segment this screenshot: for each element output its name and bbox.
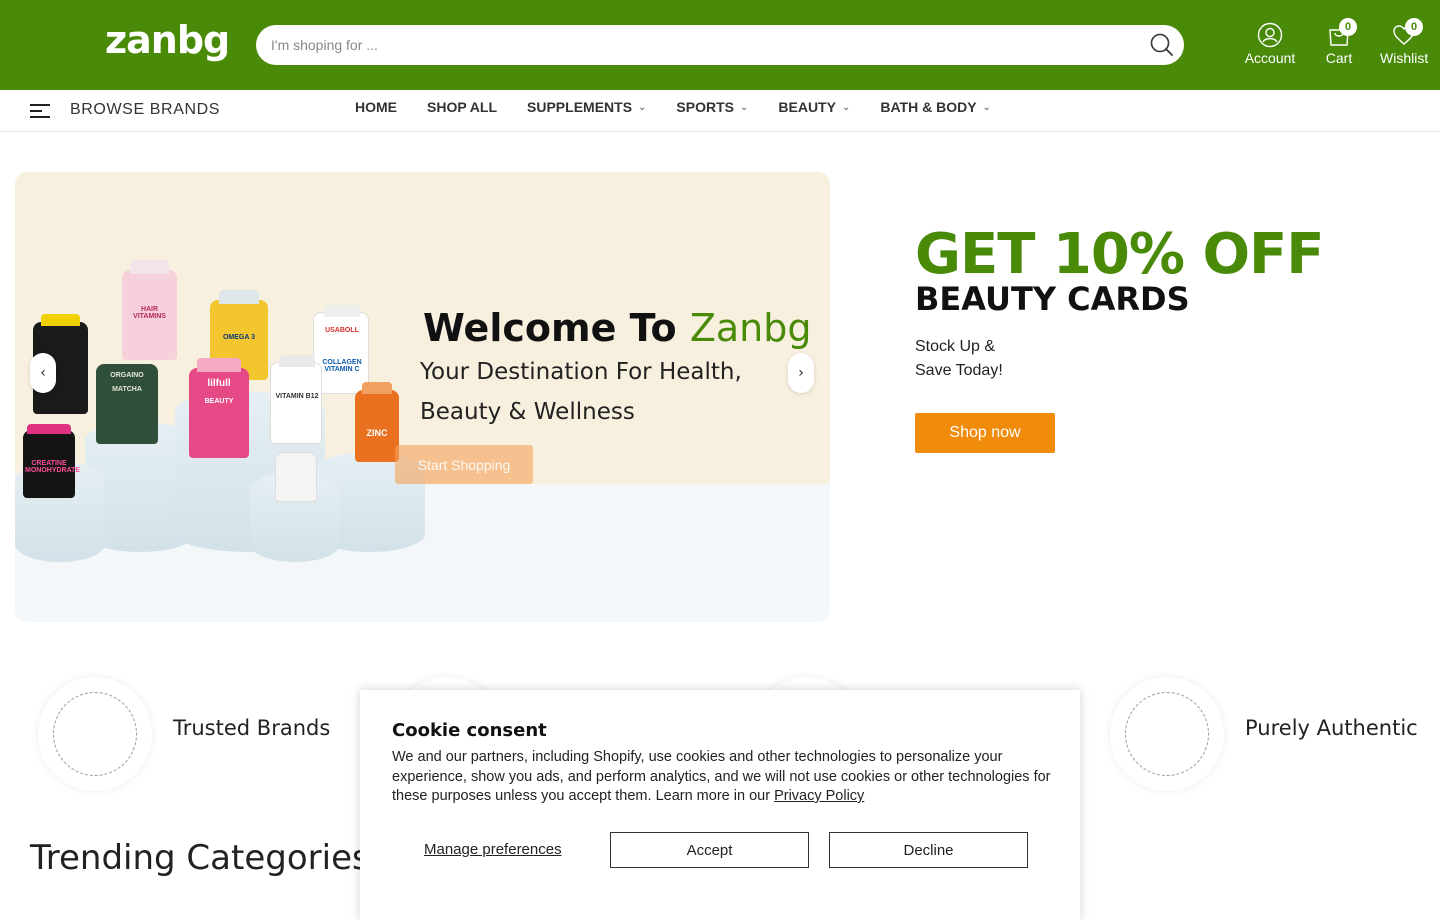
product-bottle: VITAMIN B12	[270, 355, 322, 444]
product-bottle: ORGAINO MATCHA	[96, 364, 158, 444]
cookie-title: Cookie consent	[392, 720, 547, 741]
nav-item-label: SPORTS	[676, 99, 734, 115]
logo[interactable]: zanbg	[105, 18, 230, 62]
product-bottle: HAIR VITAMINS	[122, 260, 177, 360]
feature-icon-trusted	[38, 677, 152, 791]
cookie-consent-dialog: Cookie consent We and our partners, incl…	[360, 690, 1080, 920]
search-bar	[256, 25, 1184, 65]
promo-text-line: Save Today!	[915, 362, 1003, 379]
feature-icon-authentic	[1110, 677, 1224, 791]
hero-heading: Welcome To Zanbg	[423, 306, 811, 350]
product-label: lilfull	[207, 378, 231, 389]
cart-label: Cart	[1325, 50, 1353, 66]
nav-item-sports[interactable]: SPORTS ⌄	[676, 99, 748, 115]
product-bottle: ZINC	[355, 382, 399, 462]
product-bottle	[275, 452, 317, 502]
nav-item-bath-body[interactable]: BATH & BODY ⌄	[880, 99, 991, 115]
cookie-text: We and our partners, including Shopify, …	[392, 748, 1052, 807]
hero-slider: HAIR VITAMINS OMEGA 3 USABOLL COLLAGEN V…	[15, 172, 830, 622]
privacy-policy-link[interactable]: Privacy Policy	[774, 788, 864, 804]
hero-heading-brand: Zanbg	[689, 306, 812, 350]
promo-text: Stock Up & Save Today!	[915, 335, 1003, 383]
search-button[interactable]	[1148, 31, 1176, 59]
wishlist-label: Wishlist	[1380, 50, 1429, 66]
wishlist-link[interactable]: Wishlist 0	[1380, 18, 1429, 66]
feature-label: Trusted Brands	[173, 716, 331, 740]
product-label: HAIR VITAMINS	[133, 306, 166, 320]
chevron-down-icon: ⌄	[841, 101, 851, 113]
product-label: CREATINE MONOHYDRATE	[25, 460, 81, 474]
section-title: Trending Categories	[30, 838, 370, 878]
hero-tagline-line: Your Destination For Health,	[420, 359, 742, 385]
promo-subtitle: BEAUTY CARDS	[915, 280, 1190, 318]
cookie-body: We and our partners, including Shopify, …	[392, 749, 1051, 804]
nav-item-label: BATH & BODY	[880, 99, 977, 115]
shop-now-button[interactable]: Shop now	[915, 413, 1055, 453]
hero-heading-text: Welcome To	[423, 306, 690, 350]
feature-label: Purely Authentic	[1245, 716, 1418, 740]
search-icon	[1150, 33, 1173, 56]
chevron-down-icon: ⌄	[638, 101, 647, 113]
start-shopping-button[interactable]: Start Shopping	[395, 445, 533, 484]
nav-item-label: SUPPLEMENTS	[527, 99, 633, 115]
nav-item-beauty[interactable]: BEAUTY ⌄	[778, 99, 850, 115]
account-link[interactable]: Account	[1244, 22, 1296, 66]
cart-link[interactable]: Cart 0	[1322, 18, 1357, 66]
browse-brands-button[interactable]: BROWSE BRANDS	[70, 101, 220, 119]
wishlist-count-badge: 0	[1405, 18, 1423, 36]
cart-count-badge: 0	[1339, 18, 1357, 36]
product-bottle: lilfull BEAUTY	[189, 358, 249, 458]
chevron-down-icon: ⌄	[740, 101, 749, 113]
product-label: ZINC	[366, 428, 388, 438]
nav-item-home[interactable]: HOME	[355, 99, 397, 115]
nav-item-label: SHOP ALL	[427, 99, 498, 115]
product-label: USABOLL	[325, 327, 359, 334]
decline-button[interactable]: Decline	[829, 832, 1028, 868]
product-label: OMEGA 3	[222, 334, 256, 341]
product-label: ORGAINO	[110, 372, 144, 379]
site-header: zanbg Account Cart 0 Wishlist 0	[0, 0, 1440, 90]
product-label: COLLAGEN VITAMIN C	[322, 359, 362, 373]
menu-icon[interactable]	[30, 104, 50, 118]
user-icon	[1257, 22, 1283, 48]
nav-item-supplements[interactable]: SUPPLEMENTS ⌄	[527, 99, 646, 115]
search-input[interactable]	[271, 25, 1121, 65]
manage-preferences-button[interactable]: Manage preferences	[424, 841, 562, 858]
nav-item-label: BEAUTY	[778, 99, 836, 115]
chevron-down-icon: ⌄	[982, 101, 991, 113]
promo-text-line: Stock Up &	[915, 338, 996, 355]
hero-tagline: Your Destination For Health, Beauty & We…	[420, 352, 742, 432]
nav-menu: HOME SHOP ALL SUPPLEMENTS ⌄ SPORTS ⌄ BEAUT…	[355, 99, 1021, 115]
hero-tagline-line: Beauty & Wellness	[420, 399, 635, 425]
promo-title: GET 10% OFF	[915, 222, 1325, 287]
product-label: MATCHA	[112, 386, 142, 393]
accept-button[interactable]: Accept	[610, 832, 809, 868]
product-label: VITAMIN B12	[275, 393, 319, 400]
product-bottle: CREATINE MONOHYDRATE	[23, 424, 81, 498]
product-label: BEAUTY	[204, 398, 234, 405]
account-label: Account	[1244, 50, 1296, 66]
chevron-left-icon[interactable]: ‹	[30, 353, 56, 393]
nav-item-label: HOME	[355, 99, 397, 115]
nav-item-shop-all[interactable]: SHOP ALL	[427, 99, 497, 115]
main-nav: BROWSE BRANDS HOME SHOP ALL SUPPLEMENTS ⌄…	[0, 90, 1440, 132]
chevron-right-icon[interactable]: ›	[788, 353, 814, 393]
